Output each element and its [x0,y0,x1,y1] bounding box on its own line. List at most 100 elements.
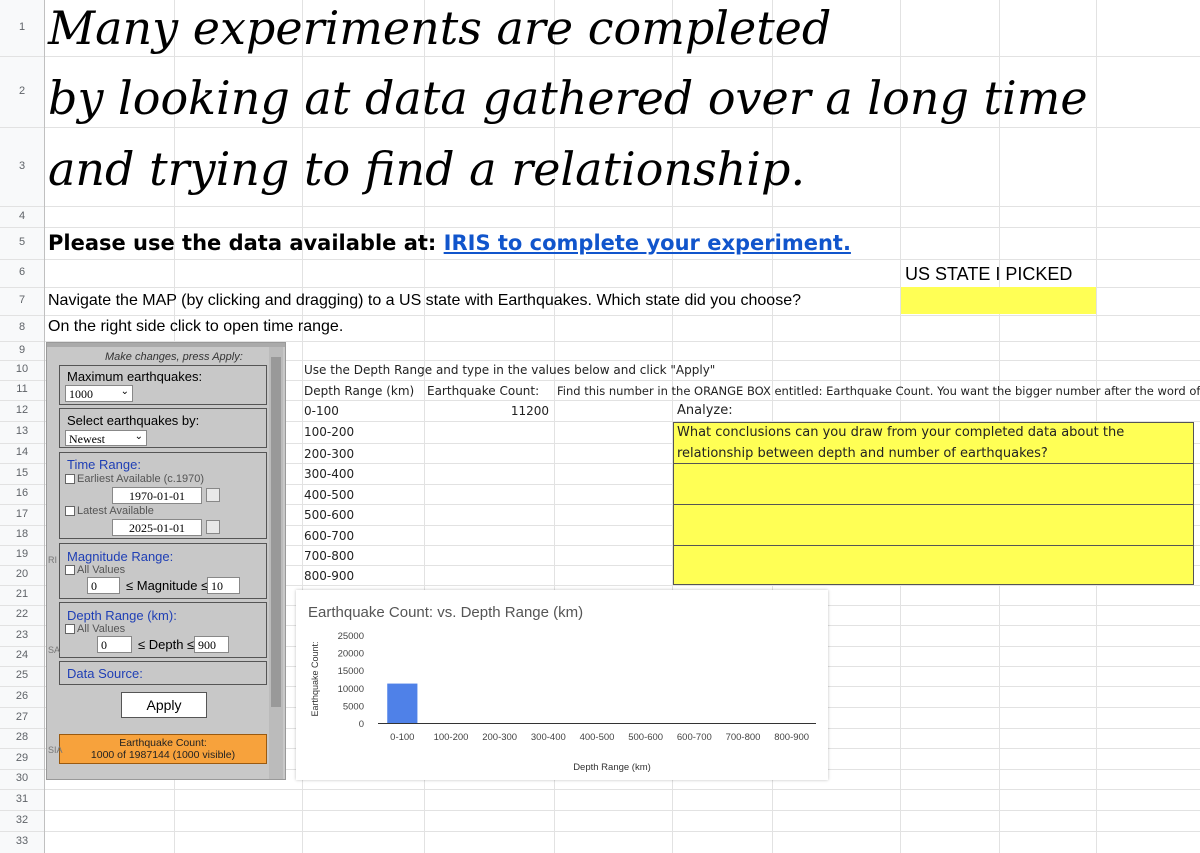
bar-0-100 [387,683,418,723]
magnitude-max-input[interactable]: 10 [207,577,240,594]
depth-range-cell[interactable]: 500-600 [304,508,354,522]
row-number[interactable]: 15 [0,467,44,479]
max-earthquakes-section: Maximum earthquakes: 1000 ⌄ [59,365,267,405]
row-number[interactable]: 32 [0,814,44,826]
count-column-header: Earthquake Count: [427,384,540,398]
max-value: 1000 [69,387,93,401]
row-number[interactable]: 2 [0,85,44,97]
row-number[interactable]: 7 [0,294,44,306]
depth-max-input[interactable]: 900 [194,636,229,653]
row-number[interactable]: 11 [0,383,44,395]
row-number[interactable]: 18 [0,528,44,540]
data-source-section[interactable]: Data Source: [59,661,267,685]
instruction-prefix: Please use the data available at: [48,231,444,255]
depth-all-checkbox[interactable] [65,624,75,634]
select-label: Select earthquakes by: [67,413,200,428]
row-number[interactable]: 31 [0,793,44,805]
row-number[interactable]: 17 [0,508,44,520]
row-number[interactable]: 19 [0,548,44,560]
iris-link[interactable]: IRIS to complete your experiment. [444,231,851,255]
magnitude-all-label: All Values [77,564,126,576]
depth-range-cell[interactable]: 200-300 [304,447,354,461]
row-number[interactable]: 26 [0,690,44,702]
x-tick-label: 300-400 [531,732,566,743]
depth-range-cell[interactable]: 100-200 [304,425,354,439]
row-number[interactable]: 25 [0,669,44,681]
x-axis-title: Depth Range (km) [573,762,651,773]
time-range-label: Time Range: [67,457,141,472]
depth-range-cell[interactable]: 300-400 [304,467,354,481]
row-number[interactable]: 5 [0,236,44,248]
select-value: Newest [69,432,105,446]
depth-range-cell[interactable]: 600-700 [304,529,354,543]
row-number[interactable]: 3 [0,160,44,172]
end-date-input[interactable]: 2025-01-01 [112,519,202,536]
row-number[interactable]: 24 [0,649,44,661]
y-tick-label: 5000 [343,701,364,712]
earthquake-count-cell[interactable]: 11200 [427,404,549,418]
row-number[interactable]: 4 [0,210,44,222]
select-by-section: Select earthquakes by: Newest ⌄ [59,408,267,448]
iris-settings-panel: Make changes, press Apply: Maximum earth… [46,342,286,780]
state-header: US STATE I PICKED [905,264,1073,284]
analyze-question-line-2: relationship between depth and number of… [677,446,1048,461]
depth-column-header: Depth Range (km) [304,384,415,398]
title-line-3: and trying to find a relationship. [48,142,806,196]
row-number[interactable]: 10 [0,363,44,375]
row-number[interactable]: 29 [0,752,44,764]
row-number[interactable]: 1 [0,21,44,33]
depth-range-cell[interactable]: 700-800 [304,549,354,563]
max-label: Maximum earthquakes: [67,369,203,384]
depth-min-input[interactable]: 0 [97,636,132,653]
earliest-checkbox[interactable] [65,474,75,484]
analyze-question-line-1: What conclusions can you draw from your … [677,425,1125,440]
max-earthquakes-select[interactable]: 1000 ⌄ [65,385,133,402]
row-number[interactable]: 22 [0,608,44,620]
analyze-divider [673,504,1194,505]
row-number[interactable]: 23 [0,629,44,641]
y-tick-label: 0 [359,719,364,730]
row-number[interactable]: 13 [0,425,44,437]
apply-button[interactable]: Apply [121,692,207,718]
x-tick-label: 0-100 [390,732,414,743]
analyze-divider [673,463,1194,464]
row-number[interactable]: 27 [0,711,44,723]
row-number[interactable]: 8 [0,321,44,333]
magnitude-min-input[interactable]: 0 [87,577,120,594]
panel-top-strip [47,343,285,347]
chart-canvas: Earthquake Count: vs. Depth Range (km) 0 5… [308,604,816,773]
row-number[interactable]: 21 [0,588,44,600]
state-input-cell[interactable] [901,287,1096,314]
analyze-divider [673,545,1194,546]
calendar-icon[interactable] [206,520,220,534]
earthquake-chart[interactable]: Earthquake Count: vs. Depth Range (km) 0 5… [296,590,828,780]
count-title: Earthquake Count: [119,737,207,749]
magnitude-all-checkbox[interactable] [65,565,75,575]
start-date-input[interactable]: 1970-01-01 [112,487,202,504]
row-number[interactable]: 33 [0,835,44,847]
row-number[interactable]: 12 [0,404,44,416]
row-number[interactable]: 6 [0,266,44,278]
latest-checkbox[interactable] [65,506,75,516]
latest-label: Latest Available [77,505,154,517]
row-number[interactable]: 20 [0,568,44,580]
x-tick-label: 800-900 [774,732,809,743]
iris-header: Make changes, press Apply: [105,351,243,363]
panel-scrollbar[interactable] [269,347,283,779]
row-number[interactable]: 9 [0,344,44,356]
select-by-dropdown[interactable]: Newest ⌄ [65,430,147,446]
depth-range-cell[interactable]: 800-900 [304,569,354,583]
depth-range-cell[interactable]: 0-100 [304,404,339,418]
row-number[interactable]: 14 [0,446,44,458]
x-tick-label: 400-500 [580,732,615,743]
count-value: 1000 of 1987144 (1000 visible) [90,749,236,761]
depth-range-cell[interactable]: 400-500 [304,488,354,502]
row-number[interactable]: 28 [0,731,44,743]
time-range-instruction: On the right side click to open time ran… [48,318,344,335]
map-fragment: RI [48,555,57,565]
navigate-instruction: Navigate the MAP (by clicking and draggi… [48,292,801,309]
calendar-icon[interactable] [206,488,220,502]
scrollbar-thumb[interactable] [271,357,281,707]
row-number[interactable]: 16 [0,487,44,499]
row-number[interactable]: 30 [0,772,44,784]
